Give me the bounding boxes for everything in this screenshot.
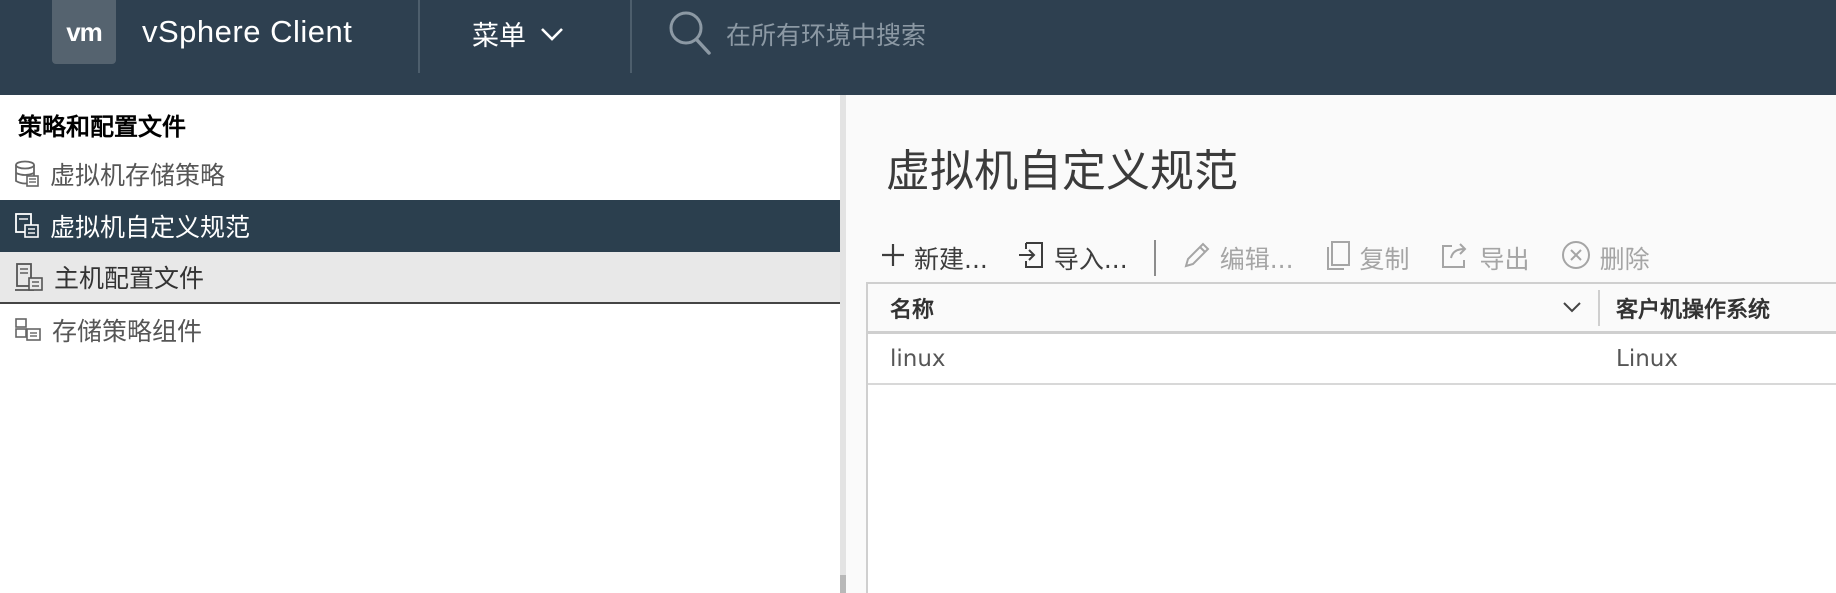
header-divider [630,0,632,73]
storage-policy-component-icon [14,317,42,343]
customization-spec-icon [14,212,40,240]
new-label: 新建... [914,245,988,274]
column-header-name[interactable]: 名称 [890,284,934,331]
copy-icon [1324,239,1352,277]
top-header: vm vSphere Client 菜单 [0,0,1836,95]
edit-button[interactable]: 编辑... [1182,240,1294,276]
delete-button[interactable]: 删除 [1560,239,1650,277]
sidebar: 策略和配置文件 虚拟机存储策略 虚拟机自定义规范 主机配置文件 存储策略组件 [0,95,840,593]
column-resize-handle[interactable] [1598,290,1600,326]
toolbar-separator [1153,240,1156,276]
column-header-guest-os[interactable]: 客户机操作系统 [1616,284,1770,331]
export-icon [1440,240,1472,276]
global-search[interactable] [668,10,1144,60]
search-input[interactable] [724,19,1144,51]
app-title: vSphere Client [142,14,353,49]
import-button[interactable]: 导入... [1018,240,1128,276]
sidebar-item-vm-customization-specs[interactable]: 虚拟机自定义规范 [0,200,840,252]
menu-button[interactable]: 菜单 [472,14,564,53]
new-button[interactable]: 新建... [880,240,988,276]
export-button[interactable]: 导出 [1440,240,1530,276]
table-row[interactable]: linux Linux [868,334,1836,385]
sidebar-item-host-profiles[interactable]: 主机配置文件 [0,252,840,304]
search-icon [668,10,712,60]
edit-label: 编辑... [1219,245,1294,274]
sidebar-item-label: 存储策略组件 [52,317,203,346]
sidebar-item-label: 虚拟机存储策略 [50,161,226,190]
copy-label: 复制 [1359,245,1410,274]
sidebar-item-vm-storage-policies[interactable]: 虚拟机存储策略 [0,148,840,200]
table-header: 名称 客户机操作系统 [868,284,1836,334]
pencil-icon [1182,240,1212,276]
sidebar-title: 策略和配置文件 [18,113,186,141]
menu-label: 菜单 [472,21,526,52]
sidebar-item-storage-policy-components[interactable]: 存储策略组件 [0,304,840,356]
main-content: 虚拟机自定义规范 新建... 导入... 编辑... 复制 导出 删除 名称 客… [846,95,1836,593]
column-filter-chevron-icon[interactable] [1562,299,1582,318]
customization-spec-table: 名称 客户机操作系统 linux Linux [866,282,1836,593]
header-divider [418,0,420,73]
page-title: 虚拟机自定义规范 [886,146,1238,197]
delete-label: 删除 [1599,245,1650,274]
import-icon [1018,240,1046,276]
plus-icon [880,242,906,274]
import-label: 导入... [1053,245,1128,274]
host-profile-icon [14,262,44,292]
toolbar: 新建... 导入... 编辑... 复制 导出 删除 [880,233,1680,283]
chevron-down-icon [540,18,564,49]
cell-name: linux [890,345,946,372]
sidebar-item-label: 主机配置文件 [54,264,205,293]
sidebar-item-label: 虚拟机自定义规范 [50,213,251,242]
cell-guest-os: Linux [1616,345,1678,372]
delete-icon [1560,239,1592,277]
storage-policy-icon [14,160,40,188]
vmware-logo[interactable]: vm [52,0,116,64]
copy-button[interactable]: 复制 [1324,239,1410,277]
export-label: 导出 [1479,245,1530,274]
